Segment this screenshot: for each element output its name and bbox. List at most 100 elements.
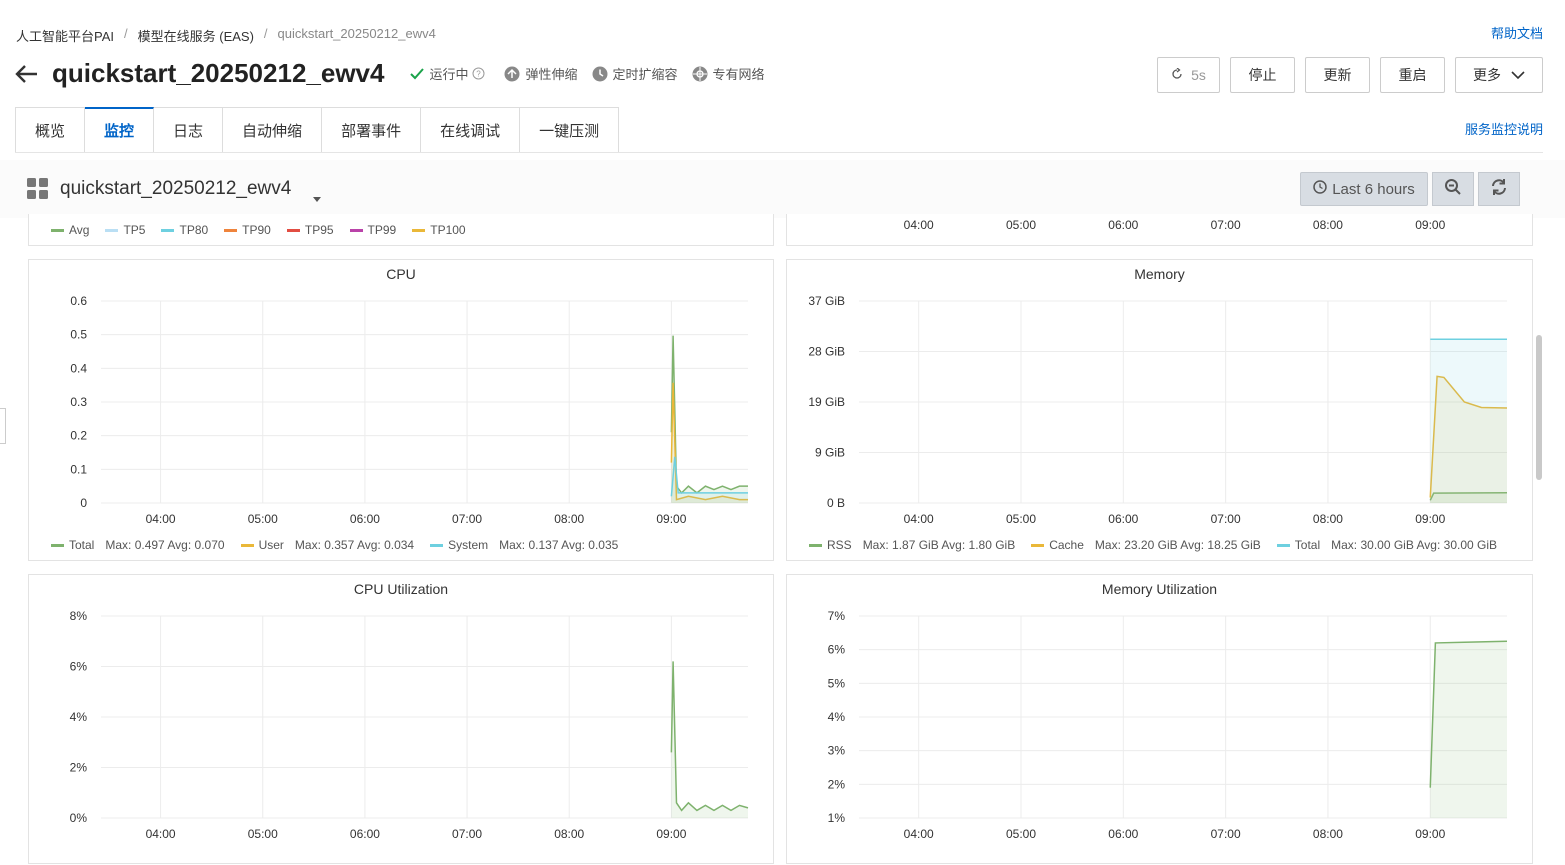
scheduled-scaling-badge[interactable]: 定时扩缩容 (592, 64, 678, 83)
series-line (670, 661, 749, 812)
y-tick-label: 37 GiB (808, 294, 845, 308)
y-tick-label: 0 B (827, 496, 845, 510)
legend-label: User (258, 538, 284, 552)
y-tick-label: 5% (828, 676, 846, 690)
legend-swatch (349, 228, 363, 232)
caret-down-icon[interactable] (313, 189, 321, 207)
cpu-panel: CPU 0 0.1 0.2 0.3 0.4 0.5 0.6 04:00 05:00 06:00 07… (28, 259, 774, 561)
memory-panel: Memory 0 B9 GiB 19 GiB 28 GiB 37 GiB 04:00 05… (786, 259, 1533, 561)
status-running: 运行中 ? (410, 64, 490, 83)
side-collapse-handle[interactable] (0, 408, 6, 444)
y-tick-label: 7% (828, 609, 846, 623)
y-tick-label: 2% (828, 777, 846, 791)
breadcrumb-pai[interactable]: 人工智能平台PAI (16, 26, 114, 45)
legend-item[interactable]: User Max: 0.357 Avg: 0.034 (240, 538, 414, 552)
latency-legend: Avg TP5 TP80 TP90 TP95 TP99 TP100 (51, 223, 466, 237)
series-area (1430, 641, 1507, 818)
restart-button[interactable]: 重启 (1380, 57, 1445, 93)
tabs-divider (15, 152, 1543, 153)
dashboard-refresh-button[interactable] (1478, 172, 1520, 206)
check-icon (410, 67, 425, 80)
x-tick-label: 08:00 (554, 512, 584, 526)
update-button[interactable]: 更新 (1305, 57, 1370, 93)
legend-swatch (240, 543, 254, 547)
y-tick-label: 0% (70, 811, 88, 825)
dashboard-title[interactable]: quickstart_20250212_ewv4 (60, 178, 291, 200)
scrollbar-thumb[interactable] (1536, 335, 1542, 480)
y-tick-label: 0.6 (70, 294, 87, 308)
status-label: 运行中 (429, 67, 469, 82)
legend-item[interactable]: Total Max: 0.497 Avg: 0.070 (51, 538, 225, 552)
vpc-label: 专有网络 (712, 67, 765, 82)
x-tick-label: 08:00 (554, 827, 584, 841)
monitoring-docs-link[interactable]: 服务监控说明 (1465, 119, 1543, 138)
tab-overview[interactable]: 概览 (15, 107, 86, 153)
legend-item[interactable]: TP95 (286, 223, 334, 237)
tab-logs[interactable]: 日志 (154, 107, 224, 153)
chevron-down-icon (1511, 67, 1525, 83)
x-tick-label: 07:00 (1211, 218, 1241, 232)
tab-online-debug[interactable]: 在线调试 (421, 107, 521, 153)
x-tick-label: 07:00 (1211, 512, 1241, 526)
tab-autoscaling[interactable]: 自动伸缩 (223, 107, 323, 153)
legend-item[interactable]: TP99 (349, 223, 397, 237)
series-area (671, 661, 748, 818)
legend-stats: Max: 0.497 Avg: 0.070 (105, 538, 225, 552)
tab-load-test[interactable]: 一键压测 (520, 107, 620, 153)
legend-item[interactable]: Cache Max: 23.20 GiB Avg: 18.25 GiB (1031, 538, 1261, 552)
legend-item[interactable]: TP80 (161, 223, 208, 237)
refresh-icon (1490, 178, 1508, 201)
x-tick-label: 05:00 (248, 512, 278, 526)
legend-label: System (448, 538, 489, 552)
memory-chart[interactable]: 0 B 9 GiB 19 GiB 28 GiB 37 GiB 04:00 05:00 06:0… (787, 260, 1534, 562)
legend-item[interactable]: TP5 (105, 223, 145, 237)
legend-label: Cache (1049, 538, 1084, 552)
time-range-picker[interactable]: Last 6 hours (1300, 172, 1428, 206)
x-tick-label: 06:00 (350, 827, 380, 841)
cpu-utilization-chart[interactable]: 0% 2% 4% 6% 8% 04:00 05:00 06:00 07:00 08:00 09:00 (29, 575, 775, 865)
tab-monitoring[interactable]: 监控 (85, 107, 155, 153)
y-tick-label: 4% (70, 710, 88, 724)
legend-stats: Max: 0.137 Avg: 0.035 (499, 538, 619, 552)
memory-utilization-chart[interactable]: 1% 2% 3% 4% 5% 6% 7% 04:00 05:00 06:00 07:00 08:00 0… (787, 575, 1534, 865)
more-button[interactable]: 更多 (1455, 57, 1543, 93)
legend-item[interactable]: Total Max: 30.00 GiB Avg: 30.00 GiB (1276, 538, 1498, 552)
clock-icon (1313, 180, 1327, 198)
legend-stats: Max: 30.00 GiB Avg: 30.00 GiB (1331, 538, 1498, 552)
x-tick-label: 04:00 (146, 512, 176, 526)
vpc-badge[interactable]: 专有网络 (692, 64, 765, 83)
refresh-interval-button[interactable]: 5s (1157, 57, 1220, 93)
breadcrumb-eas[interactable]: 模型在线服务 (EAS) (138, 26, 254, 45)
legend-item[interactable]: Avg (51, 223, 89, 237)
legend-item[interactable]: System Max: 0.137 Avg: 0.035 (430, 538, 618, 552)
legend-item[interactable]: TP100 (412, 223, 466, 237)
help-circle-icon[interactable]: ? (472, 67, 485, 80)
x-tick-label: 05:00 (1006, 512, 1036, 526)
y-tick-label: 28 GiB (808, 345, 845, 359)
autoscale-badge[interactable]: 弹性伸缩 (504, 64, 578, 83)
service-header: quickstart_20250212_ewv4 运行中 ? 弹性伸缩 定时扩缩… (14, 58, 779, 89)
help-docs-link[interactable]: 帮助文档 (1491, 23, 1543, 42)
x-tick-label: 04:00 (904, 218, 934, 232)
zoom-out-button[interactable] (1432, 172, 1474, 206)
x-tick-label: 06:00 (1108, 512, 1138, 526)
y-tick-label: 3% (828, 744, 846, 758)
x-tick-label: 08:00 (1313, 218, 1343, 232)
y-tick-label: 0.3 (70, 395, 87, 409)
back-arrow-icon[interactable] (14, 61, 40, 87)
legend-item[interactable]: TP90 (224, 223, 271, 237)
cpu-chart[interactable]: 0 0.1 0.2 0.3 0.4 0.5 0.6 04:00 05:00 06:00 07:00 0… (29, 260, 775, 562)
y-tick-label: 19 GiB (808, 395, 845, 409)
top-right-x-axis: 04:00 05:00 06:00 07:00 08:00 09:00 (904, 218, 1446, 232)
legend-stats: Max: 23.20 GiB Avg: 18.25 GiB (1094, 538, 1261, 552)
x-tick-label: 09:00 (656, 512, 686, 526)
legend-item[interactable]: RSS Max: 1.87 GiB Avg: 1.80 GiB (809, 538, 1015, 552)
legend-label: TP99 (367, 223, 397, 237)
legend-label: TP90 (242, 223, 271, 237)
tab-deploy-events[interactable]: 部署事件 (322, 107, 422, 153)
legend-swatch (161, 228, 175, 232)
stop-button[interactable]: 停止 (1230, 57, 1295, 93)
y-tick-label: 0 (80, 496, 87, 510)
legend-swatch (105, 228, 119, 232)
clock-icon (592, 66, 608, 82)
